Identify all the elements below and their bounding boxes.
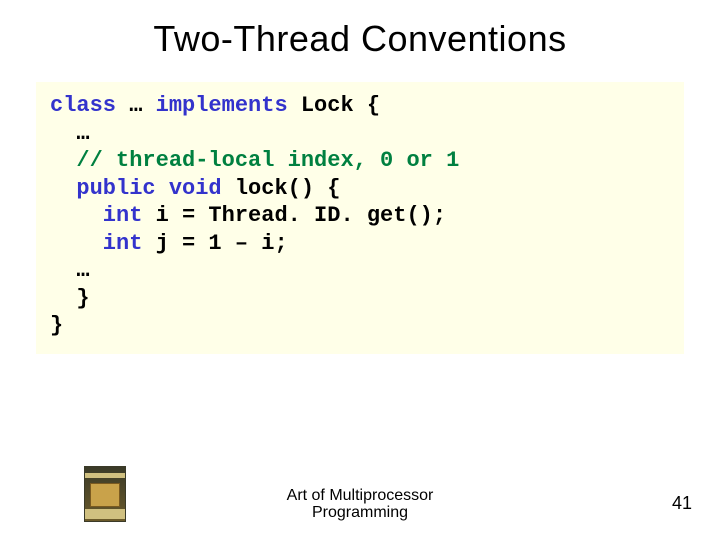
code-text: …: [116, 93, 156, 118]
code-text: …: [50, 258, 90, 283]
code-text: lock() {: [222, 176, 341, 201]
book-band: [85, 473, 125, 478]
code-text: j = 1 – i;: [142, 231, 287, 256]
footer-text: Art of Multiprocessor Programming: [0, 487, 720, 522]
code-kw-int: int: [50, 231, 142, 256]
footer-line-1: Art of Multiprocessor: [287, 487, 434, 504]
slide-title: Two-Thread Conventions: [0, 0, 720, 60]
code-kw-implements: implements: [156, 93, 288, 118]
code-kw-public-void: public void: [50, 176, 222, 201]
code-kw-class: class: [50, 93, 116, 118]
code-text: …: [50, 121, 90, 146]
code-kw-int: int: [50, 203, 142, 228]
code-text: i = Thread. ID. get();: [142, 203, 446, 228]
code-text: Lock {: [288, 93, 380, 118]
slide: Two-Thread Conventions class … implement…: [0, 0, 720, 540]
footer-line-2: Programming: [312, 504, 408, 521]
code-text: }: [50, 313, 63, 338]
code-block: class … implements Lock { … // thread-lo…: [36, 82, 684, 354]
page-number: 41: [672, 493, 692, 514]
code-text: }: [50, 286, 90, 311]
code-comment: // thread-local index, 0 or 1: [50, 148, 459, 173]
